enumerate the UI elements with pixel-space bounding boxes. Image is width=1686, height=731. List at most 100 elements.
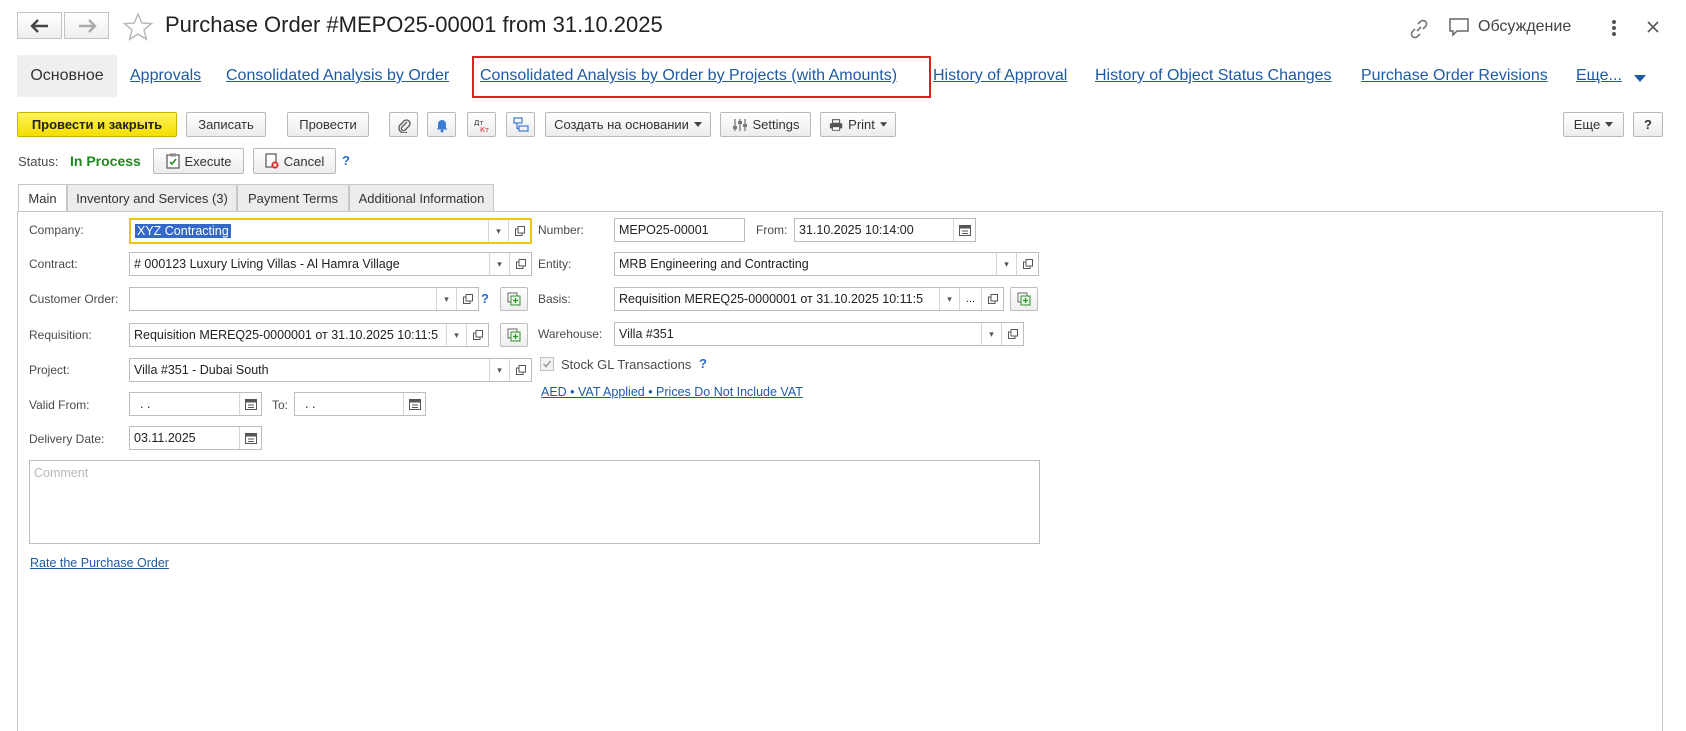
to-value: . . (305, 397, 316, 411)
calendar-icon[interactable] (239, 393, 261, 415)
tab-additional-info[interactable]: Additional Information (349, 184, 494, 211)
chevron-down-icon (1605, 122, 1614, 127)
attachment-button[interactable] (389, 112, 418, 137)
post-close-button[interactable]: Провести и закрыть (17, 112, 177, 137)
discussion-label: Обсуждение (1478, 18, 1572, 35)
close-icon[interactable] (1646, 20, 1660, 37)
forward-button[interactable] (64, 12, 109, 39)
chevron-down-icon[interactable]: ▾ (436, 288, 456, 310)
chevron-down-icon[interactable]: ▾ (489, 359, 509, 381)
calendar-icon[interactable] (953, 219, 975, 241)
customer-order-field[interactable]: ▾ (129, 287, 479, 311)
open-icon[interactable] (1016, 253, 1038, 275)
chevron-down-icon[interactable]: ▾ (488, 220, 508, 242)
from-label: From: (756, 223, 788, 237)
chevron-down-icon[interactable]: ▾ (981, 323, 1001, 345)
comment-field[interactable]: Comment (29, 460, 1040, 544)
tab-consolidated-analysis[interactable]: Consolidated Analysis by Order (226, 67, 449, 85)
more-vertical-icon[interactable] (1610, 18, 1618, 41)
execute-label: Execute (184, 153, 232, 169)
tab-inventory[interactable]: Inventory and Services (3) (67, 184, 237, 211)
contract-field[interactable]: # 000123 Luxury Living Villas - Al Hamra… (129, 252, 532, 276)
create-based-button[interactable]: Создать на основании (545, 112, 711, 137)
open-icon[interactable] (466, 324, 488, 346)
open-icon[interactable] (509, 359, 531, 381)
basis-value: Requisition MEREQ25-0000001 от 31.10.202… (619, 292, 924, 306)
chevron-down-icon[interactable]: ▾ (446, 324, 466, 346)
chevron-down-icon[interactable]: ▾ (996, 253, 1016, 275)
valid-from-value: . . (140, 397, 151, 411)
arrow-left-icon (29, 18, 48, 33)
save-button[interactable]: Записать (186, 112, 266, 137)
to-field[interactable]: . . (294, 392, 426, 416)
help-button[interactable]: ? (1633, 112, 1663, 137)
delivery-date-field[interactable]: 03.11.2025 (129, 426, 262, 450)
from-value: 31.10.2025 10:14:00 (799, 223, 914, 237)
page-title: Purchase Order #MEPO25-00001 from 31.10.… (165, 12, 663, 37)
warehouse-field[interactable]: Villa #351 ▾ (614, 322, 1024, 346)
valid-from-field[interactable]: . . (129, 392, 262, 416)
open-icon[interactable] (508, 220, 530, 242)
requisition-field[interactable]: Requisition MEREQ25-0000001 от 31.10.202… (129, 323, 489, 347)
tab-history-approval[interactable]: History of Approval (933, 67, 1067, 85)
open-icon[interactable] (456, 288, 478, 310)
select-more-icon[interactable]: ... (959, 288, 981, 310)
hierarchy-icon (512, 116, 529, 132)
more-label: Еще (1573, 117, 1601, 132)
settings-button[interactable]: Settings (720, 112, 811, 137)
stock-gl-help-icon[interactable]: ? (699, 356, 707, 371)
number-field[interactable]: MEPO25-00001 (614, 218, 745, 242)
calendar-icon[interactable] (239, 427, 261, 449)
company-field[interactable]: XYZ Contracting ▾ (129, 218, 532, 244)
chevron-down-icon[interactable]: ▾ (939, 288, 959, 310)
requisition-pick-button[interactable] (500, 323, 528, 347)
tab-main-ru[interactable]: Основное (17, 55, 117, 97)
tab-payment-terms[interactable]: Payment Terms (237, 184, 349, 211)
chevron-down-icon[interactable]: ▾ (489, 253, 509, 275)
chevron-down-icon[interactable] (1634, 72, 1646, 86)
open-icon[interactable] (981, 288, 1003, 310)
tab-consolidated-analysis-projects[interactable]: Consolidated Analysis by Order by Projec… (480, 67, 897, 85)
discussion-button[interactable]: Обсуждение (1448, 17, 1571, 37)
contract-value: # 000123 Luxury Living Villas - Al Hamra… (134, 257, 400, 271)
tab-approvals[interactable]: Approvals (130, 67, 201, 85)
from-field[interactable]: 31.10.2025 10:14:00 (794, 218, 976, 242)
clipboard-check-icon (165, 153, 180, 169)
tab-more[interactable]: Еще... (1576, 67, 1622, 85)
print-button[interactable]: Print (820, 112, 896, 137)
paperclip-icon (397, 118, 411, 133)
structure-button[interactable] (506, 112, 535, 137)
to-label: To: (272, 398, 289, 412)
company-value: XYZ Contracting (135, 224, 231, 238)
currency-vat-link[interactable]: AED • VAT Applied • Prices Do Not Includ… (541, 385, 803, 399)
favorite-star-icon[interactable] (122, 12, 154, 45)
project-field[interactable]: Villa #351 - Dubai South ▾ (129, 358, 532, 382)
back-button[interactable] (17, 12, 62, 39)
tab-main[interactable]: Main (18, 184, 67, 212)
rate-purchase-order-link[interactable]: Rate the Purchase Order (30, 556, 169, 570)
tab-history-status[interactable]: History of Object Status Changes (1095, 67, 1332, 85)
open-icon[interactable] (1001, 323, 1023, 345)
link-icon[interactable] (1408, 18, 1430, 43)
customer-order-help-icon[interactable]: ? (481, 291, 489, 306)
customer-order-pick-button[interactable] (500, 287, 528, 311)
open-icon[interactable] (509, 253, 531, 275)
settings-icon (732, 118, 747, 131)
cancel-button[interactable]: Cancel (253, 148, 336, 174)
more-button[interactable]: Еще (1563, 112, 1624, 137)
tab-po-revisions[interactable]: Purchase Order Revisions (1361, 67, 1548, 85)
basis-pick-button[interactable] (1010, 287, 1038, 311)
tab-main-ru-label: Основное (30, 67, 104, 84)
requisition-value: Requisition MEREQ25-0000001 от 31.10.202… (134, 328, 439, 342)
reminder-button[interactable] (427, 112, 456, 137)
tab-payment-terms-label: Payment Terms (247, 190, 339, 206)
entity-field[interactable]: MRB Engineering and Contracting ▾ (614, 252, 1039, 276)
basis-field[interactable]: Requisition MEREQ25-0000001 от 31.10.202… (614, 287, 1004, 311)
status-label: Status: (18, 154, 59, 169)
status-help-icon[interactable]: ? (342, 153, 350, 168)
post-button[interactable]: Провести (287, 112, 369, 137)
dtkt-button[interactable]: Дт Кт (467, 112, 496, 137)
calendar-icon[interactable] (403, 393, 425, 415)
stock-gl-checkbox[interactable] (540, 357, 554, 371)
execute-button[interactable]: Execute (153, 148, 244, 174)
